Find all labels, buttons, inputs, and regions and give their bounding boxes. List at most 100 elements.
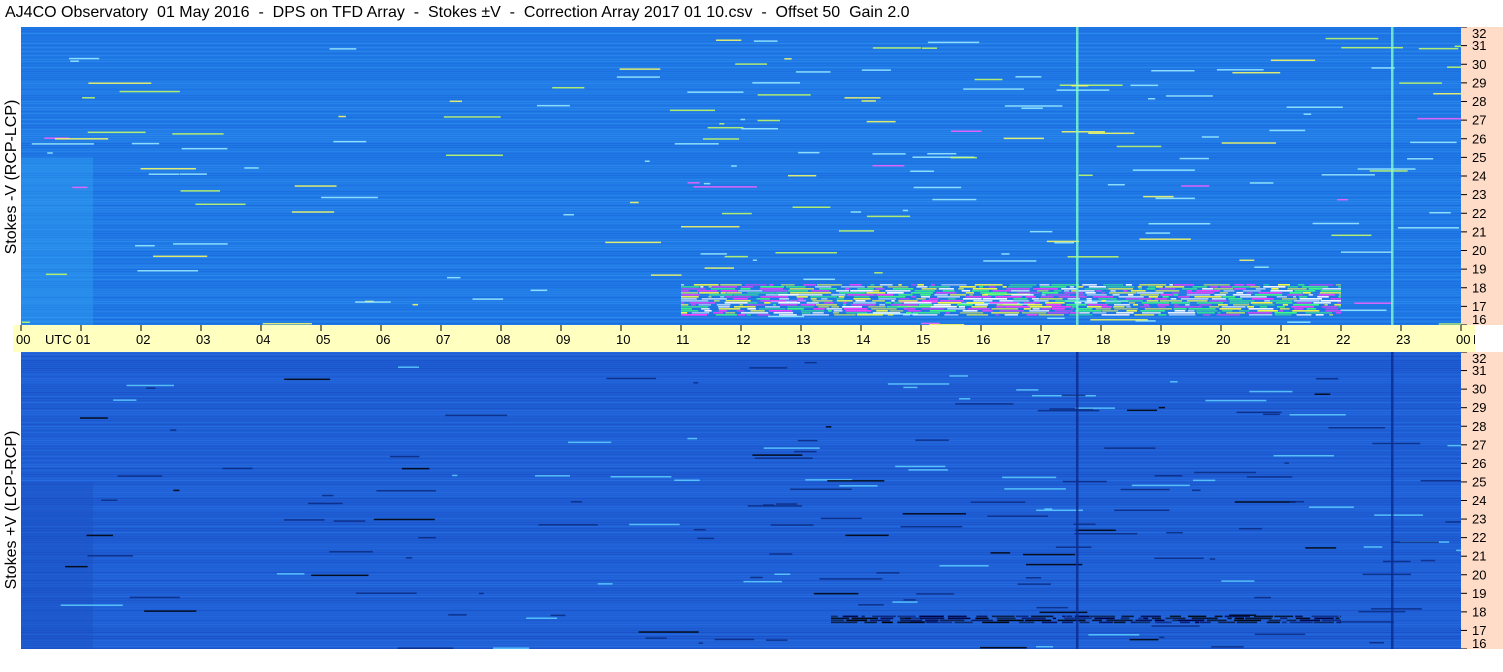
burst-segment bbox=[1108, 288, 1134, 290]
spectral-streak bbox=[418, 536, 436, 539]
burst-segment bbox=[1196, 302, 1224, 304]
spectral-texture-line bbox=[21, 540, 1461, 541]
spectral-streak bbox=[872, 164, 905, 167]
burst-segment bbox=[779, 298, 790, 300]
spectral-streak bbox=[597, 583, 613, 585]
spectral-texture-line bbox=[21, 488, 1461, 489]
burst-segment bbox=[1015, 615, 1029, 618]
burst-segment bbox=[1218, 621, 1236, 624]
burst-segment bbox=[1047, 294, 1071, 296]
burst-segment bbox=[1041, 621, 1058, 624]
spectral-streak bbox=[1131, 484, 1190, 487]
burst-segment bbox=[1125, 284, 1132, 286]
burst-segment bbox=[899, 298, 910, 300]
spectral-streak bbox=[21, 321, 30, 323]
early-emission-region bbox=[21, 157, 93, 325]
burst-segment bbox=[1186, 292, 1215, 294]
burst-segment bbox=[1106, 619, 1133, 622]
burst-segment bbox=[1116, 312, 1134, 314]
spectral-streak bbox=[131, 142, 160, 145]
spectral-texture-line bbox=[21, 219, 1461, 220]
spectral-streak bbox=[827, 480, 885, 482]
spectral-texture-line bbox=[21, 31, 1461, 32]
spectral-streak bbox=[638, 631, 699, 633]
burst-segment bbox=[1257, 310, 1278, 312]
burst-segment bbox=[846, 619, 868, 622]
spectral-streak bbox=[1369, 170, 1408, 172]
spectral-texture-line bbox=[21, 398, 1461, 399]
spectral-streak bbox=[1016, 389, 1039, 391]
burst-segment bbox=[947, 615, 967, 618]
spectral-streak bbox=[913, 186, 962, 189]
spectral-streak bbox=[955, 403, 1014, 405]
spectral-streak bbox=[146, 387, 156, 389]
burst-segment bbox=[1101, 300, 1107, 302]
burst-segment bbox=[781, 284, 795, 286]
burst-segment bbox=[681, 294, 700, 296]
burst-segment bbox=[1011, 294, 1034, 296]
burst-segment bbox=[1033, 288, 1058, 290]
spectral-texture-line bbox=[21, 624, 1461, 625]
spectral-streak bbox=[990, 552, 1011, 554]
burst-segment bbox=[799, 294, 823, 296]
burst-segment bbox=[1082, 284, 1097, 286]
spectral-texture-line bbox=[21, 237, 1461, 238]
time-tick-label: 05 bbox=[316, 332, 330, 347]
burst-segment bbox=[1222, 296, 1236, 298]
spectral-streak bbox=[866, 120, 896, 123]
burst-segment bbox=[1287, 288, 1307, 290]
burst-segment bbox=[1263, 286, 1286, 288]
burst-segment bbox=[713, 312, 724, 314]
burst-segment bbox=[747, 292, 776, 294]
spectral-streak bbox=[173, 489, 180, 492]
time-tick-label: 08 bbox=[496, 332, 510, 347]
spectral-texture-line bbox=[21, 193, 1461, 194]
spectral-streak bbox=[1371, 608, 1422, 610]
spectral-texture-line bbox=[21, 556, 1461, 557]
burst-segment bbox=[1224, 615, 1251, 618]
burst-segment bbox=[1186, 294, 1211, 296]
spectral-streak bbox=[693, 382, 699, 384]
burst-segment bbox=[756, 298, 770, 300]
burst-segment bbox=[1317, 296, 1329, 298]
spectral-streak bbox=[792, 206, 831, 209]
spectral-streak bbox=[552, 86, 585, 89]
burst-segment bbox=[1023, 308, 1031, 310]
spectral-streak bbox=[1192, 489, 1201, 492]
spectral-texture-line bbox=[21, 229, 1461, 230]
burst-segment bbox=[1103, 284, 1124, 286]
spectral-texture-line bbox=[21, 452, 1461, 453]
burst-segment bbox=[1234, 617, 1244, 620]
spectral-streak bbox=[892, 601, 918, 603]
burst-segment bbox=[1217, 312, 1221, 314]
spectral-texture-line bbox=[21, 155, 1461, 156]
burst-segment bbox=[681, 288, 706, 290]
spectral-texture-line bbox=[21, 241, 1461, 242]
burst-segment bbox=[965, 296, 992, 298]
spectral-texture-line bbox=[21, 177, 1461, 178]
freq-tick-label: 18 bbox=[1472, 280, 1486, 295]
burst-segment bbox=[681, 310, 699, 312]
spectral-texture-line bbox=[21, 506, 1461, 507]
burst-segment bbox=[994, 296, 1023, 298]
burst-segment bbox=[1202, 314, 1211, 316]
burst-segment bbox=[974, 284, 1003, 286]
burst-segment bbox=[691, 304, 696, 306]
burst-segment bbox=[1309, 284, 1334, 286]
burst-segment bbox=[1194, 296, 1222, 298]
spectral-texture-line bbox=[21, 534, 1461, 535]
spectral-texture-line bbox=[21, 205, 1461, 206]
top-frequency-axis: 32 31 30 29 28 27 26 25 24 23 22 21 20 19 18 17 16 bbox=[1461, 27, 1503, 325]
spectral-streak bbox=[813, 592, 859, 595]
burst-segment bbox=[954, 621, 973, 624]
spectral-streak bbox=[861, 69, 891, 71]
burst-segment bbox=[1127, 294, 1134, 296]
spectral-texture-line bbox=[21, 215, 1461, 216]
burst-segment bbox=[853, 302, 876, 304]
spectral-texture-line bbox=[21, 464, 1461, 465]
burst-segment bbox=[1301, 286, 1329, 288]
spectral-streak bbox=[895, 465, 946, 468]
burst-segment bbox=[1047, 312, 1069, 314]
spectral-streak bbox=[1192, 479, 1216, 482]
spectral-streak bbox=[478, 592, 484, 595]
